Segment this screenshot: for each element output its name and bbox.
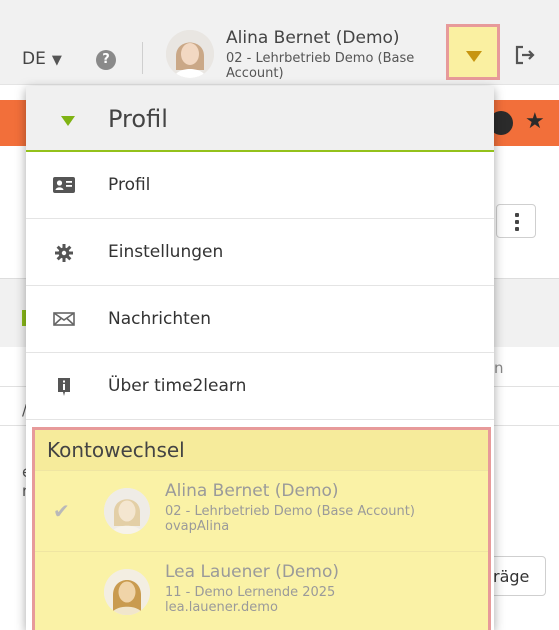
account-item[interactable]: Lea Lauener (Demo) 11 - Demo Lernende 20… — [35, 551, 488, 630]
menu-header[interactable]: Profil — [26, 86, 494, 152]
menu-item-settings[interactable]: Einstellungen — [26, 219, 494, 286]
top-bar: DE ▼ ? Alina Bernet (Demo) 02 - Lehrbetri… — [0, 0, 559, 85]
language-label: DE — [22, 49, 46, 69]
account-name: Alina Bernet (Demo) — [165, 481, 339, 501]
avatar[interactable] — [166, 30, 214, 78]
envelope-icon — [53, 310, 75, 328]
sign-out-icon[interactable] — [514, 44, 536, 66]
menu-item-label: Nachrichten — [108, 309, 211, 329]
user-name: Alina Bernet (Demo) — [226, 28, 400, 48]
caret-down-icon — [466, 51, 482, 62]
checkmark-icon: ✔ — [53, 499, 70, 523]
gear-icon — [53, 243, 75, 262]
language-selector[interactable]: DE ▼ — [22, 49, 62, 69]
table-header-fragment: n — [494, 359, 504, 377]
menu-item-label: Profil — [108, 175, 151, 195]
avatar — [104, 488, 150, 534]
info-icon — [53, 377, 75, 396]
menu-item-label: Einstellungen — [108, 242, 224, 262]
profile-dropdown-toggle[interactable] — [446, 24, 500, 80]
avatar — [104, 569, 150, 615]
menu-item-profile[interactable]: Profil — [26, 152, 494, 219]
account-item-active[interactable]: ✔ Alina Bernet (Demo) 02 - Lehrbetrieb D… — [35, 470, 488, 552]
account-switch-section: Kontowechsel ✔ Alina Bernet (Demo) 02 - … — [32, 427, 491, 630]
account-org: 11 - Demo Lernende 2025 — [165, 585, 336, 600]
account-username: lea.lauener.demo — [165, 600, 278, 615]
caret-down-icon — [61, 116, 75, 126]
menu-item-messages[interactable]: Nachrichten — [26, 286, 494, 353]
user-subtitle: 02 - Lehrbetrieb Demo (Base Account) — [226, 51, 415, 81]
menu-item-about[interactable]: Über time2learn — [26, 353, 494, 420]
menu-item-label: Über time2learn — [108, 376, 247, 396]
account-name: Lea Lauener (Demo) — [165, 562, 339, 582]
id-card-icon — [53, 176, 75, 194]
page-action-button[interactable]: räge — [488, 556, 546, 596]
divider — [142, 42, 143, 74]
star-icon[interactable]: ★ — [525, 109, 545, 134]
caret-down-icon: ▼ — [51, 53, 62, 68]
profile-dropdown-menu: Profil Profil Einstellungen Nachrichten … — [26, 86, 494, 630]
account-switch-header: Kontowechsel — [35, 430, 488, 470]
question-circle-icon[interactable]: ? — [96, 50, 116, 70]
account-org: 02 - Lehrbetrieb Demo (Base Account) — [165, 504, 415, 519]
menu-title: Profil — [108, 105, 168, 133]
more-options-button[interactable] — [496, 204, 536, 238]
account-switch-title: Kontowechsel — [47, 438, 185, 462]
account-username: ovapAlina — [165, 519, 230, 534]
